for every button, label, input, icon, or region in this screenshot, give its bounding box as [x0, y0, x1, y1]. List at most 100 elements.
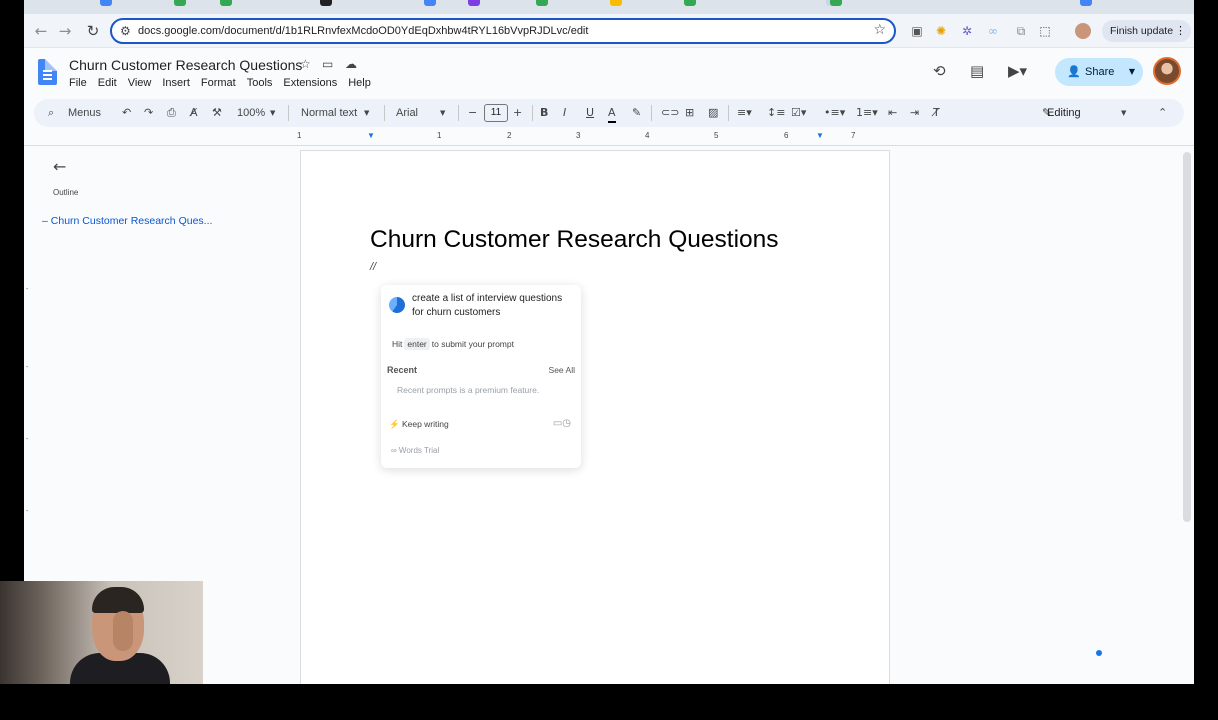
italic-icon[interactable]: I — [563, 105, 566, 121]
font-select[interactable]: Arial — [396, 105, 418, 121]
ruler-number: 1 — [297, 131, 302, 140]
indent-marker[interactable]: ▼ — [367, 131, 375, 140]
bulleted-list-icon[interactable]: •≡▾ — [824, 105, 845, 121]
paint-format-icon[interactable]: ⚒ — [212, 105, 222, 121]
undo-icon[interactable]: ↶ — [122, 105, 131, 121]
chevron-down-icon[interactable]: ▼ — [270, 105, 275, 121]
tab-favicon[interactable] — [174, 0, 186, 6]
finish-update-label: Finish update — [1110, 25, 1174, 37]
move-folder-icon[interactable]: ▭ — [322, 57, 333, 71]
scrollbar[interactable] — [1183, 152, 1191, 522]
collapse-menus-icon[interactable]: ⌃ — [1158, 105, 1167, 121]
search-menus[interactable]: Menus — [68, 105, 101, 121]
keep-writing-button[interactable]: ⚡ Keep writing — [389, 419, 449, 430]
tab-favicon[interactable] — [1080, 0, 1092, 6]
checklist-icon[interactable]: ☑▾ — [791, 105, 806, 121]
finish-update-button[interactable]: Finish update ⋮ — [1102, 20, 1192, 42]
tab-favicon[interactable] — [424, 0, 436, 6]
reload-icon[interactable]: ↻ — [84, 22, 102, 40]
prompt-input[interactable]: create a list of interview questions for… — [412, 292, 574, 320]
meet-icon[interactable]: ▶▾ — [1008, 62, 1027, 80]
tab-favicon[interactable] — [536, 0, 548, 6]
site-info-icon[interactable]: ⚙ — [120, 24, 131, 38]
style-select[interactable]: Normal text — [301, 105, 357, 121]
menu-file[interactable]: File — [69, 77, 87, 89]
increase-font-size-icon[interactable]: + — [513, 105, 522, 121]
share-label: Share — [1085, 66, 1115, 78]
menu-edit[interactable]: Edit — [98, 77, 117, 89]
chevron-down-icon[interactable]: ▼ — [364, 105, 369, 121]
tab-favicon[interactable] — [220, 0, 232, 6]
extension-icon[interactable]: ⧉ — [1013, 23, 1029, 39]
menu-help[interactable]: Help — [348, 77, 371, 89]
cloud-saved-icon[interactable]: ☁ — [345, 57, 357, 71]
menu-extensions[interactable]: Extensions — [283, 77, 337, 89]
people-icon: 👤 — [1067, 65, 1081, 78]
extension-icon[interactable]: ∞ — [985, 23, 1001, 39]
profile-avatar[interactable] — [1075, 23, 1091, 39]
horizontal-ruler[interactable]: 1 ▼ 1 2 3 4 5 6 ▼ 7 — [297, 131, 890, 145]
font-size-input[interactable]: 11 — [484, 104, 508, 122]
add-comment-icon[interactable]: ⊞ — [685, 105, 694, 121]
line-spacing-icon[interactable]: ↕≡ — [767, 105, 785, 121]
search-icon[interactable]: ⌕ — [48, 105, 54, 121]
chat-history-icons[interactable]: ▭◷ — [553, 418, 571, 429]
outline-item[interactable]: – Churn Customer Research Ques... — [42, 215, 212, 227]
more-vert-icon[interactable]: ⋮ — [1175, 20, 1186, 42]
bold-icon[interactable]: B — [540, 105, 548, 121]
tab-favicon[interactable] — [610, 0, 622, 6]
url-text[interactable]: docs.google.com/document/d/1b1RLRnvfexMc… — [138, 25, 588, 37]
spellcheck-icon[interactable]: A̸ — [190, 105, 198, 121]
extension-icon[interactable]: ▣ — [909, 23, 925, 39]
typed-command[interactable]: // — [370, 261, 376, 273]
see-all-link[interactable]: See All — [549, 365, 575, 375]
document-title[interactable]: Churn Customer Research Questions — [69, 57, 302, 73]
increase-indent-icon[interactable]: ⇥ — [910, 105, 919, 121]
omnibox[interactable]: ⚙ docs.google.com/document/d/1b1RLRnvfex… — [110, 18, 896, 44]
clear-formatting-icon[interactable]: T̸ — [933, 105, 940, 121]
decrease-indent-icon[interactable]: ⇤ — [888, 105, 897, 121]
back-arrow-icon[interactable]: ← — [53, 157, 66, 176]
share-button[interactable]: 👤 Share ▼ — [1055, 58, 1143, 86]
link-icon[interactable]: ⊂⊃ — [661, 105, 679, 121]
menu-format[interactable]: Format — [201, 77, 236, 89]
tab-favicon[interactable] — [468, 0, 480, 6]
extension-icon[interactable]: ✺ — [933, 23, 949, 39]
back-icon[interactable]: ← — [32, 22, 50, 40]
numbered-list-icon[interactable]: 1≡▾ — [856, 105, 878, 121]
menu-tools[interactable]: Tools — [247, 77, 273, 89]
puzzle-icon[interactable]: ⬚ — [1037, 23, 1053, 39]
tab-favicon[interactable] — [320, 0, 332, 6]
version-history-icon[interactable]: ⟲ — [933, 62, 946, 80]
comments-icon[interactable]: ▤ — [970, 62, 984, 80]
bookmark-star-icon[interactable]: ☆ — [873, 22, 886, 38]
print-icon[interactable]: ⎙ — [167, 105, 176, 121]
document-heading[interactable]: Churn Customer Research Questions — [370, 226, 779, 254]
align-icon[interactable]: ≡▾ — [737, 105, 752, 121]
tab-favicon[interactable] — [100, 0, 112, 6]
redo-icon[interactable]: ↷ — [144, 105, 153, 121]
forward-icon[interactable]: → — [56, 22, 74, 40]
menu-insert[interactable]: Insert — [162, 77, 190, 89]
image-icon[interactable]: ▨ — [708, 105, 718, 121]
menu-view[interactable]: View — [128, 77, 152, 89]
chevron-down-icon[interactable]: ▼ — [440, 105, 445, 121]
docs-logo-icon[interactable] — [38, 59, 57, 85]
zoom-select[interactable]: 100% — [237, 105, 265, 121]
tab-favicon[interactable] — [830, 0, 842, 6]
editing-mode-select[interactable]: Editing — [1047, 105, 1081, 121]
ruler-number: 7 — [851, 131, 856, 140]
right-indent-marker[interactable]: ▼ — [816, 131, 824, 140]
account-avatar[interactable] — [1153, 57, 1181, 85]
tab-favicon[interactable] — [684, 0, 696, 6]
star-icon[interactable]: ☆ — [300, 57, 311, 71]
underline-icon[interactable]: U — [586, 105, 594, 121]
tab-strip[interactable] — [24, 0, 1194, 14]
extension-icon[interactable]: ✲ — [959, 23, 975, 39]
chevron-down-icon[interactable]: ▼ — [1121, 105, 1126, 121]
decrease-font-size-icon[interactable]: − — [468, 105, 477, 121]
chevron-down-icon[interactable]: ▼ — [1129, 58, 1135, 86]
recent-heading: Recent — [387, 365, 418, 375]
text-color-icon[interactable]: A — [608, 105, 616, 123]
highlight-icon[interactable]: ✎ — [632, 105, 641, 121]
